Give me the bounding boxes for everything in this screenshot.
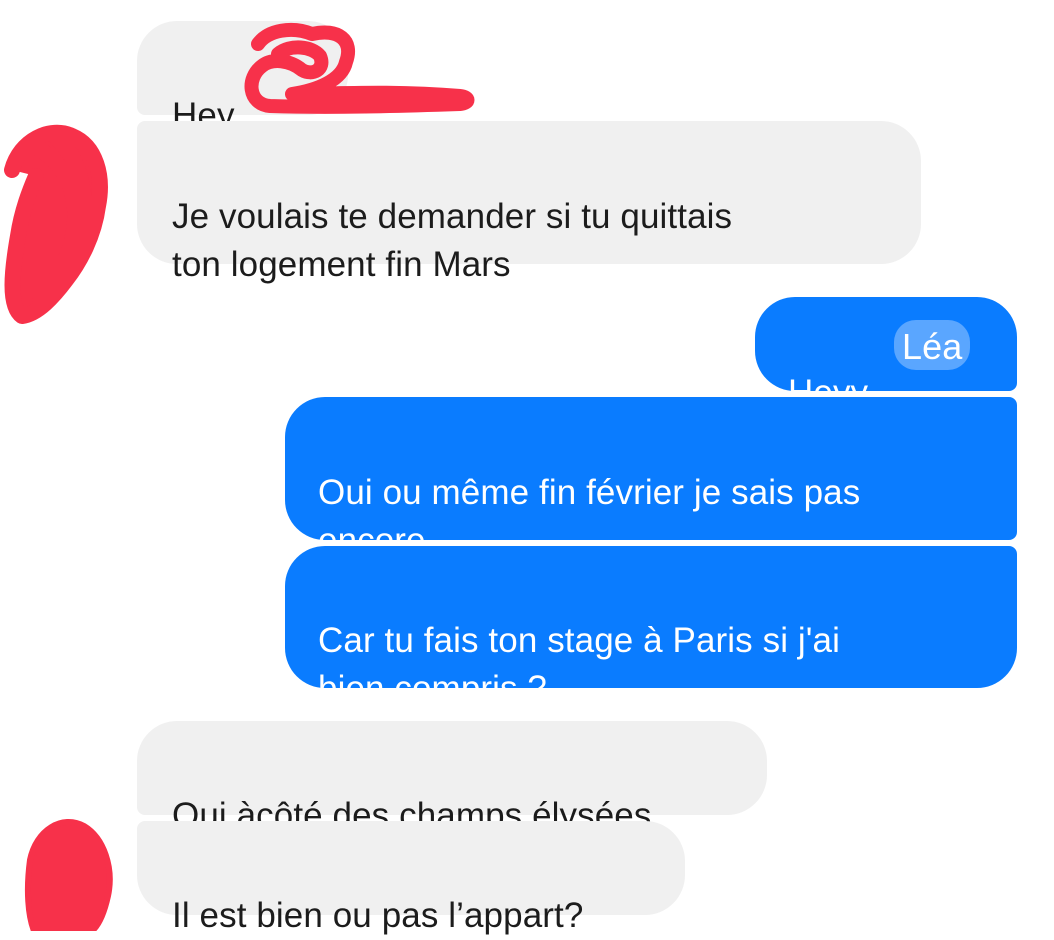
redaction-scribbles	[4, 22, 475, 931]
conversation-screenshot: { "conversation": { "messages": [ {"dire…	[0, 0, 1054, 935]
name-redaction-scribble	[244, 22, 475, 114]
avatar-redaction-scribble	[24, 819, 113, 931]
avatar-redaction-scribble	[4, 124, 108, 324]
